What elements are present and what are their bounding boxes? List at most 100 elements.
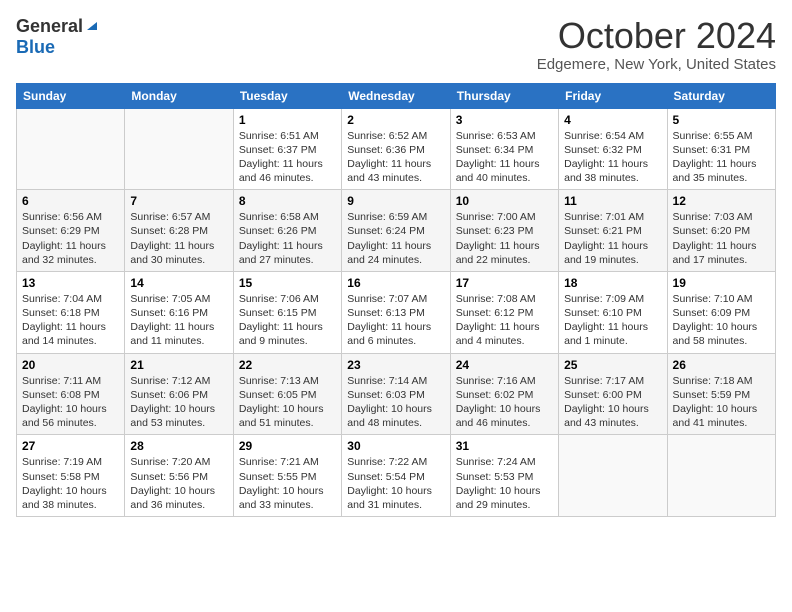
calendar-cell: 13 Sunrise: 7:04 AMSunset: 6:18 PMDaylig…	[17, 271, 125, 353]
day-number: 7	[130, 194, 227, 208]
calendar-cell: 29 Sunrise: 7:21 AMSunset: 5:55 PMDaylig…	[233, 435, 341, 517]
day-info: Sunrise: 6:55 AMSunset: 6:31 PMDaylight:…	[673, 130, 757, 185]
calendar-cell: 8 Sunrise: 6:58 AMSunset: 6:26 PMDayligh…	[233, 190, 341, 272]
day-number: 6	[22, 194, 119, 208]
page-header: General Blue October 2024 Edgemere, New …	[16, 16, 776, 73]
col-sunday: Sunday	[17, 83, 125, 108]
calendar-cell: 15 Sunrise: 7:06 AMSunset: 6:15 PMDaylig…	[233, 271, 341, 353]
calendar-cell: 21 Sunrise: 7:12 AMSunset: 6:06 PMDaylig…	[125, 353, 233, 435]
day-info: Sunrise: 7:20 AMSunset: 5:56 PMDaylight:…	[130, 456, 215, 511]
day-info: Sunrise: 7:22 AMSunset: 5:54 PMDaylight:…	[347, 456, 432, 511]
day-info: Sunrise: 7:17 AMSunset: 6:00 PMDaylight:…	[564, 375, 649, 430]
day-info: Sunrise: 6:54 AMSunset: 6:32 PMDaylight:…	[564, 130, 648, 185]
day-number: 2	[347, 113, 444, 127]
day-number: 16	[347, 276, 444, 290]
day-number: 22	[239, 358, 336, 372]
day-info: Sunrise: 6:52 AMSunset: 6:36 PMDaylight:…	[347, 130, 431, 185]
day-info: Sunrise: 7:03 AMSunset: 6:20 PMDaylight:…	[673, 211, 757, 266]
calendar-cell: 18 Sunrise: 7:09 AMSunset: 6:10 PMDaylig…	[559, 271, 667, 353]
col-tuesday: Tuesday	[233, 83, 341, 108]
day-info: Sunrise: 7:00 AMSunset: 6:23 PMDaylight:…	[456, 211, 540, 266]
calendar-cell	[125, 108, 233, 190]
day-number: 10	[456, 194, 553, 208]
calendar-cell: 24 Sunrise: 7:16 AMSunset: 6:02 PMDaylig…	[450, 353, 558, 435]
calendar-cell: 31 Sunrise: 7:24 AMSunset: 5:53 PMDaylig…	[450, 435, 558, 517]
day-number: 1	[239, 113, 336, 127]
calendar-cell: 7 Sunrise: 6:57 AMSunset: 6:28 PMDayligh…	[125, 190, 233, 272]
calendar-cell: 6 Sunrise: 6:56 AMSunset: 6:29 PMDayligh…	[17, 190, 125, 272]
calendar-cell: 3 Sunrise: 6:53 AMSunset: 6:34 PMDayligh…	[450, 108, 558, 190]
calendar-cell: 16 Sunrise: 7:07 AMSunset: 6:13 PMDaylig…	[342, 271, 450, 353]
calendar-cell: 12 Sunrise: 7:03 AMSunset: 6:20 PMDaylig…	[667, 190, 775, 272]
day-number: 12	[673, 194, 770, 208]
day-info: Sunrise: 7:14 AMSunset: 6:03 PMDaylight:…	[347, 375, 432, 430]
calendar-cell	[559, 435, 667, 517]
month-title: October 2024	[537, 16, 776, 56]
calendar-cell: 26 Sunrise: 7:18 AMSunset: 5:59 PMDaylig…	[667, 353, 775, 435]
day-info: Sunrise: 6:58 AMSunset: 6:26 PMDaylight:…	[239, 211, 323, 266]
calendar-week-row: 6 Sunrise: 6:56 AMSunset: 6:29 PMDayligh…	[17, 190, 776, 272]
calendar-cell	[17, 108, 125, 190]
day-info: Sunrise: 7:07 AMSunset: 6:13 PMDaylight:…	[347, 293, 431, 348]
day-info: Sunrise: 7:09 AMSunset: 6:10 PMDaylight:…	[564, 293, 648, 348]
logo-arrow-icon	[85, 18, 99, 37]
logo: General Blue	[16, 16, 99, 58]
day-info: Sunrise: 7:24 AMSunset: 5:53 PMDaylight:…	[456, 456, 541, 511]
day-number: 11	[564, 194, 661, 208]
day-info: Sunrise: 7:10 AMSunset: 6:09 PMDaylight:…	[673, 293, 758, 348]
calendar-week-row: 1 Sunrise: 6:51 AMSunset: 6:37 PMDayligh…	[17, 108, 776, 190]
day-info: Sunrise: 6:59 AMSunset: 6:24 PMDaylight:…	[347, 211, 431, 266]
calendar-cell: 23 Sunrise: 7:14 AMSunset: 6:03 PMDaylig…	[342, 353, 450, 435]
calendar-cell: 11 Sunrise: 7:01 AMSunset: 6:21 PMDaylig…	[559, 190, 667, 272]
col-saturday: Saturday	[667, 83, 775, 108]
day-number: 5	[673, 113, 770, 127]
calendar-cell	[667, 435, 775, 517]
calendar-week-row: 20 Sunrise: 7:11 AMSunset: 6:08 PMDaylig…	[17, 353, 776, 435]
logo-general-text: General	[16, 16, 83, 37]
day-number: 14	[130, 276, 227, 290]
col-wednesday: Wednesday	[342, 83, 450, 108]
calendar-cell: 9 Sunrise: 6:59 AMSunset: 6:24 PMDayligh…	[342, 190, 450, 272]
calendar-cell: 25 Sunrise: 7:17 AMSunset: 6:00 PMDaylig…	[559, 353, 667, 435]
day-info: Sunrise: 7:06 AMSunset: 6:15 PMDaylight:…	[239, 293, 323, 348]
day-info: Sunrise: 6:56 AMSunset: 6:29 PMDaylight:…	[22, 211, 106, 266]
day-number: 19	[673, 276, 770, 290]
day-number: 17	[456, 276, 553, 290]
day-number: 21	[130, 358, 227, 372]
day-number: 15	[239, 276, 336, 290]
day-info: Sunrise: 7:18 AMSunset: 5:59 PMDaylight:…	[673, 375, 758, 430]
day-info: Sunrise: 7:21 AMSunset: 5:55 PMDaylight:…	[239, 456, 324, 511]
calendar-cell: 27 Sunrise: 7:19 AMSunset: 5:58 PMDaylig…	[17, 435, 125, 517]
title-block: October 2024 Edgemere, New York, United …	[537, 16, 776, 73]
day-number: 27	[22, 439, 119, 453]
calendar-header-row: Sunday Monday Tuesday Wednesday Thursday…	[17, 83, 776, 108]
day-info: Sunrise: 6:53 AMSunset: 6:34 PMDaylight:…	[456, 130, 540, 185]
calendar-week-row: 13 Sunrise: 7:04 AMSunset: 6:18 PMDaylig…	[17, 271, 776, 353]
day-info: Sunrise: 6:51 AMSunset: 6:37 PMDaylight:…	[239, 130, 323, 185]
calendar-cell: 10 Sunrise: 7:00 AMSunset: 6:23 PMDaylig…	[450, 190, 558, 272]
calendar-cell: 1 Sunrise: 6:51 AMSunset: 6:37 PMDayligh…	[233, 108, 341, 190]
day-info: Sunrise: 7:12 AMSunset: 6:06 PMDaylight:…	[130, 375, 215, 430]
logo-blue-text: Blue	[16, 37, 55, 57]
day-info: Sunrise: 7:11 AMSunset: 6:08 PMDaylight:…	[22, 375, 107, 430]
day-number: 26	[673, 358, 770, 372]
calendar-cell: 30 Sunrise: 7:22 AMSunset: 5:54 PMDaylig…	[342, 435, 450, 517]
day-number: 29	[239, 439, 336, 453]
location: Edgemere, New York, United States	[537, 56, 776, 73]
day-number: 9	[347, 194, 444, 208]
day-info: Sunrise: 7:19 AMSunset: 5:58 PMDaylight:…	[22, 456, 107, 511]
day-info: Sunrise: 7:05 AMSunset: 6:16 PMDaylight:…	[130, 293, 214, 348]
col-thursday: Thursday	[450, 83, 558, 108]
day-number: 31	[456, 439, 553, 453]
day-info: Sunrise: 7:16 AMSunset: 6:02 PMDaylight:…	[456, 375, 541, 430]
day-info: Sunrise: 7:13 AMSunset: 6:05 PMDaylight:…	[239, 375, 324, 430]
day-info: Sunrise: 7:04 AMSunset: 6:18 PMDaylight:…	[22, 293, 106, 348]
calendar-week-row: 27 Sunrise: 7:19 AMSunset: 5:58 PMDaylig…	[17, 435, 776, 517]
calendar-cell: 28 Sunrise: 7:20 AMSunset: 5:56 PMDaylig…	[125, 435, 233, 517]
col-monday: Monday	[125, 83, 233, 108]
day-number: 24	[456, 358, 553, 372]
day-number: 4	[564, 113, 661, 127]
day-number: 25	[564, 358, 661, 372]
calendar-cell: 19 Sunrise: 7:10 AMSunset: 6:09 PMDaylig…	[667, 271, 775, 353]
day-number: 28	[130, 439, 227, 453]
